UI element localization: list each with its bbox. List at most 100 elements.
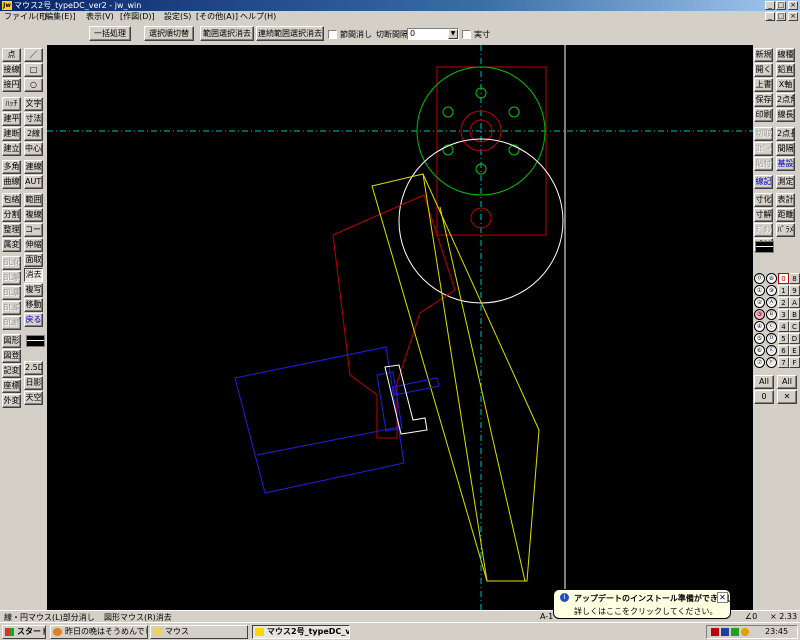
menu-other[interactable]: [その他(A)] [196,11,238,23]
update-notification[interactable]: i アップデートのインストール準備ができました 詳しくはここをクリックしてくださ… [553,589,742,619]
menu-settings[interactable]: 設定(S) [164,11,191,23]
menu-view[interactable]: 表示(V) [86,11,114,23]
tool-button[interactable]: 線種 [776,48,795,62]
chain-range-erase-button[interactable]: 連続範囲選択消去 [256,26,324,41]
minimize-button[interactable]: _ [765,1,775,10]
tool-button[interactable]: 移動 [24,298,43,312]
cad-drawing[interactable] [47,45,753,610]
tool-button[interactable]: 複写 [24,283,43,297]
close-button[interactable]: × [788,1,798,10]
tool-button[interactable]: ／ [24,48,43,62]
tool-button[interactable]: 線長 [776,108,795,122]
tool-button[interactable]: 座標 [2,379,21,393]
layer-button[interactable]: 6 [778,345,789,356]
tool-button[interactable]: ○ [24,78,43,92]
tool-button[interactable]: ﾊｯﾁ [2,97,21,111]
tool-button[interactable]: 連線 [24,160,43,174]
tool-button[interactable]: 属変 [2,238,21,252]
layer-all-button[interactable]: All [754,375,774,389]
tool-button[interactable]: 建断 [2,127,21,141]
menu-help[interactable]: ヘルプ(H) [240,11,276,23]
tool-button[interactable]: X軸 [776,78,795,92]
tool-button[interactable]: 2点角 [776,93,795,107]
combo-arrow-icon[interactable]: ▼ [448,29,458,39]
tool-button[interactable]: 文字 [24,97,43,111]
volume-tray-icon[interactable] [741,628,749,636]
line-type-sample[interactable] [26,335,45,347]
tool-button[interactable]: 分割 [2,208,21,222]
layer-group-button[interactable]: ⑨ [766,285,777,296]
tool-button[interactable]: 保存 [754,93,773,107]
status-ratio[interactable]: × 2.33 [770,612,797,621]
layer-button[interactable]: 8 [789,273,800,284]
layer-button[interactable]: A [789,297,800,308]
tool-button[interactable]: BL化 [2,256,21,270]
tool-button[interactable]: BL解 [2,271,21,285]
tool-button[interactable]: 上書 [754,78,773,92]
tool-button[interactable]: 寸法 [24,112,43,126]
tool-button[interactable]: 表計 [776,193,795,207]
tool-button[interactable]: 点 [2,48,21,62]
menu-file[interactable]: ファイル(F) [4,11,47,23]
tool-button[interactable]: 距離 [776,208,795,222]
network-tray-icon[interactable] [721,628,729,636]
task-browser[interactable]: 昨日の晩はそうめんでした... [50,625,148,639]
tool-button[interactable]: 中心線 [24,142,43,156]
drawing-canvas[interactable] [47,45,753,610]
actual-size-checkbox[interactable] [462,30,471,39]
layer-group-button[interactable]: ⑥ [754,345,765,356]
start-button[interactable]: スタート [2,625,46,639]
layer-group-button[interactable]: ⓪ [754,273,765,284]
status-angle[interactable]: ∠0 [745,612,757,621]
layer-group-button[interactable]: ④ [754,321,765,332]
layer-button[interactable]: 2 [778,297,789,308]
line-color-sample[interactable] [755,241,774,253]
tool-button[interactable]: 範囲 [24,193,43,207]
doc-restore-button[interactable]: □ [776,12,786,21]
task-jwwin[interactable]: マウス2号_typeDC_ver... [252,625,350,639]
tool-button[interactable]: 複線 [24,208,43,222]
layer-button[interactable]: C [789,321,800,332]
tool-button[interactable]: 寸化 [754,193,773,207]
tool-button[interactable]: 建立 [2,142,21,156]
app-tray-icon[interactable] [731,628,739,636]
tool-button[interactable]: 伸縮 [24,238,43,252]
layer-button[interactable]: 0 [778,273,789,284]
tool-button[interactable]: 建平 [2,112,21,126]
tool-button[interactable]: 線記 [754,175,773,189]
tool-button[interactable]: 開く [754,63,773,77]
layer-group-button[interactable]: ⑦ [754,357,765,368]
tool-button[interactable]: 消去 [24,268,43,282]
layer-group-button[interactable]: ② [754,297,765,308]
tool-button[interactable]: 面取 [24,253,43,267]
layer-button[interactable]: 4 [778,321,789,332]
layer-button[interactable]: 5 [778,333,789,344]
tool-button[interactable]: 貼付 [754,157,773,171]
layer-group-button[interactable]: ① [754,285,765,296]
layer-group-button[interactable]: Ⓔ [766,345,777,356]
menu-edit[interactable]: [編集(E)] [42,11,76,23]
menu-draw[interactable]: [作図(D)] [120,11,155,23]
doc-close-button[interactable]: × [788,12,798,21]
layer-button[interactable]: 7 [778,357,789,368]
tool-button[interactable]: □ [24,63,43,77]
layer-button[interactable]: E [789,345,800,356]
tool-button[interactable]: 新規 [754,48,773,62]
tool-button[interactable]: 2.5D [24,361,43,375]
range-erase-button[interactable]: 範囲選択消去 [200,26,254,41]
tool-button[interactable]: 接線 [2,63,21,77]
tool-button[interactable]: 間隔 [776,142,795,156]
tool-button[interactable]: 戻る [24,313,43,327]
layer-button[interactable]: 1 [778,285,789,296]
tool-button[interactable]: 天空 [24,391,43,405]
update-tray-icon[interactable] [711,628,719,636]
layer-button[interactable]: 9 [789,285,800,296]
tool-button[interactable]: 図登 [2,349,21,363]
clock[interactable]: 23:45 [765,627,788,636]
layer-group-button[interactable]: ⑤ [754,333,765,344]
close-icon[interactable]: ✕ [717,592,728,603]
tool-button[interactable]: 接円 [2,78,21,92]
doc-minimize-button[interactable]: _ [765,12,775,21]
tool-button[interactable]: 日影 [24,376,43,390]
layer-group-button[interactable]: ③ [754,309,765,320]
